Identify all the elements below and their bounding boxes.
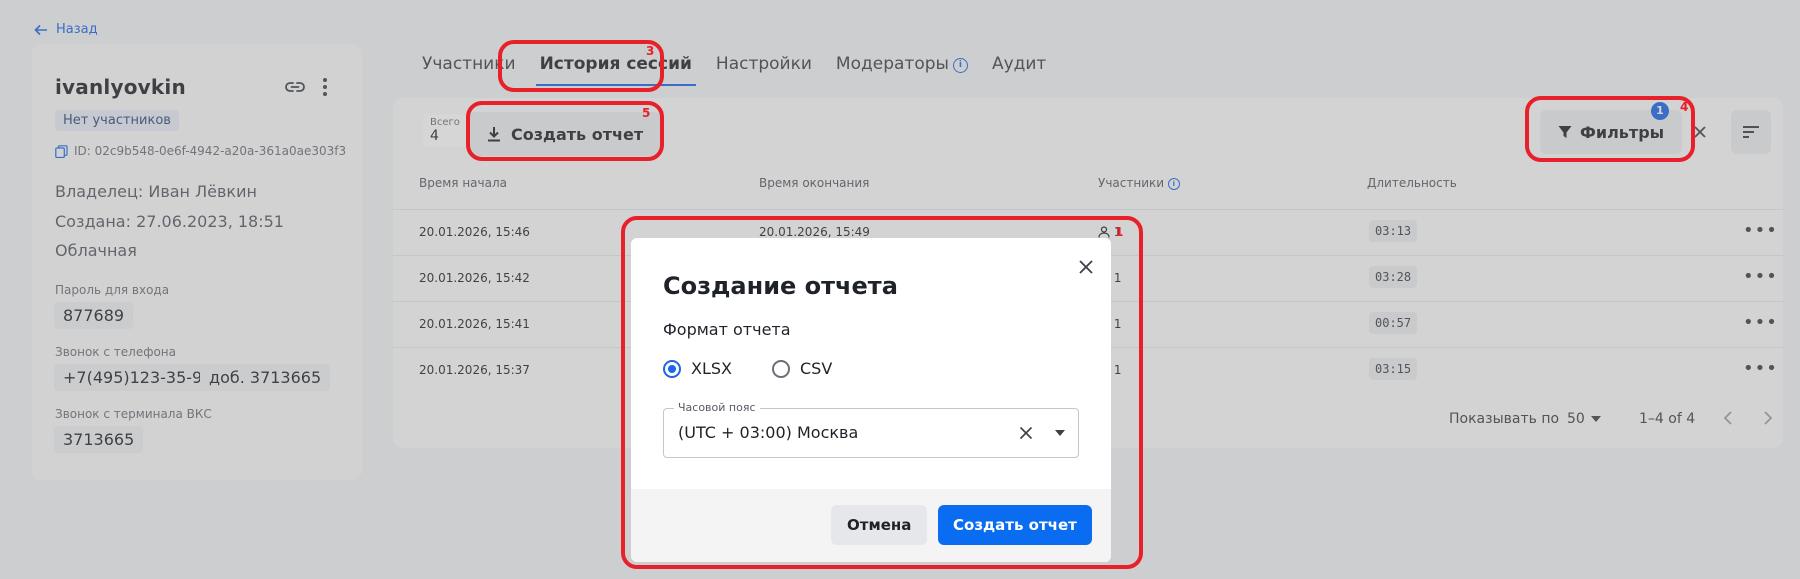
annotation-number: 4	[1680, 100, 1689, 114]
annotation-box	[498, 40, 664, 92]
annotation-box	[621, 216, 1143, 569]
annotation-number: 1	[1115, 225, 1124, 239]
annotation-number: 5	[642, 106, 651, 120]
annotation-box	[1525, 96, 1695, 162]
page: Назад ivanlyovkin Нет участников ID: 02c…	[0, 0, 1800, 579]
annotation-box	[466, 101, 664, 161]
annotation-number: 3	[646, 44, 655, 58]
